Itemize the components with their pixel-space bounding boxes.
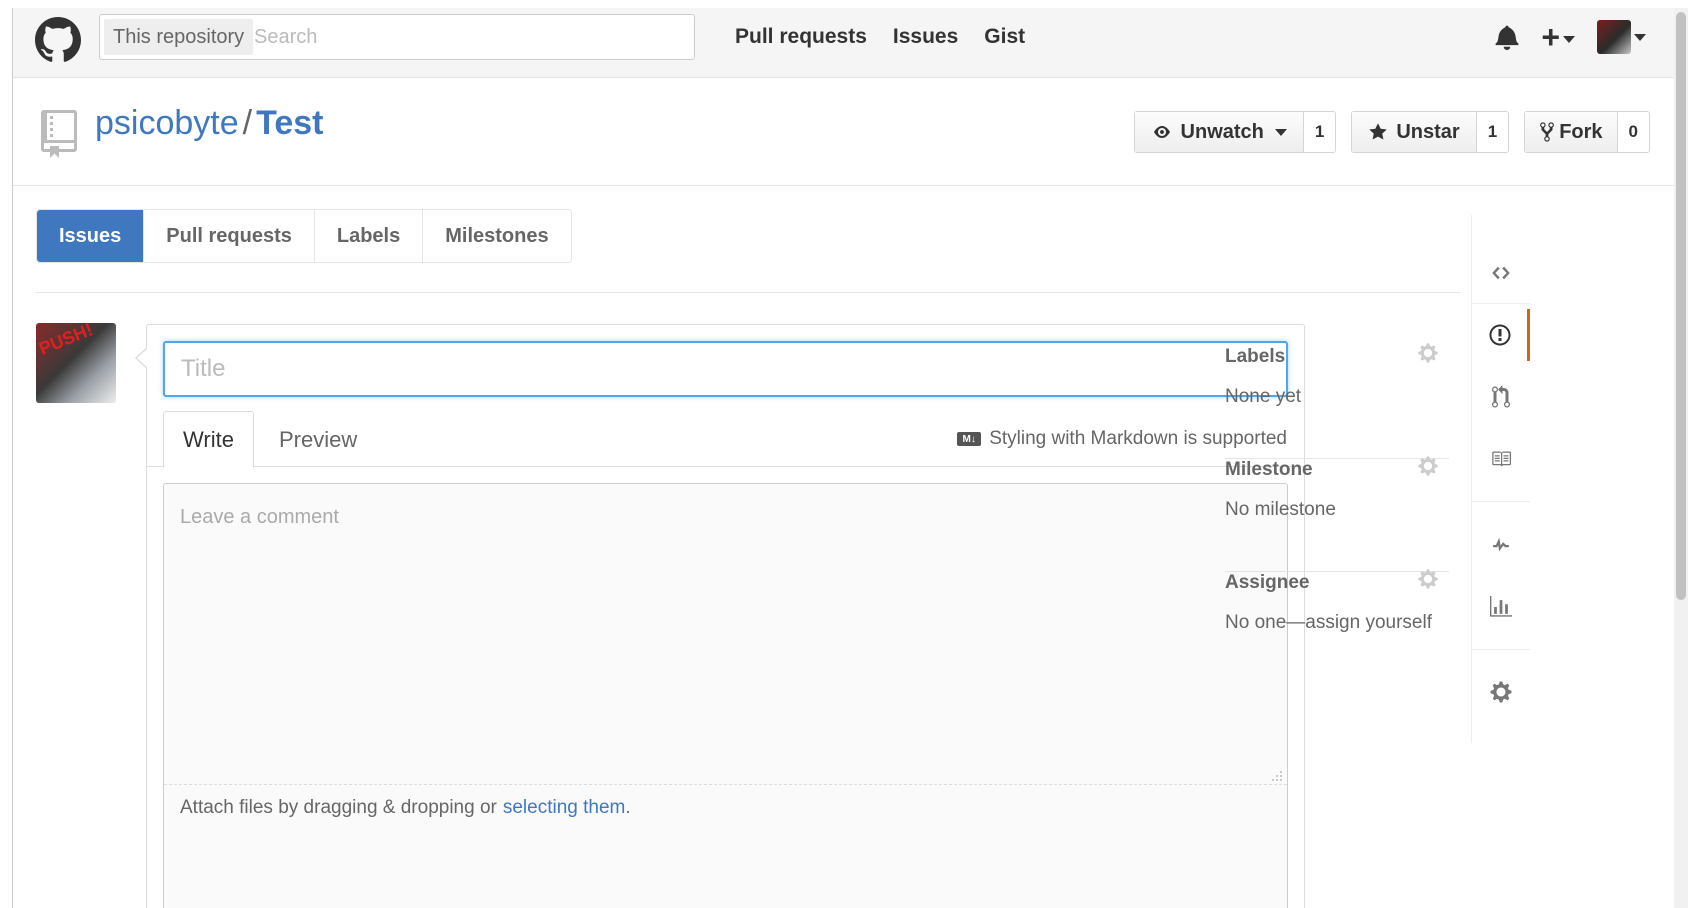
milestone-heading: Milestone — [1225, 459, 1313, 480]
reponav-issues[interactable] — [1472, 309, 1530, 361]
repo-header: psicobyte / Test Unwatch 1 Unstar 1 Fork… — [13, 78, 1688, 186]
nav-pull-requests[interactable]: Pull requests — [735, 25, 867, 49]
reponav-graphs[interactable] — [1472, 581, 1530, 633]
unwatch-label: Unwatch — [1180, 120, 1264, 143]
notifications-bell-icon[interactable] — [1495, 24, 1519, 50]
graph-icon — [1490, 596, 1512, 617]
search-input[interactable] — [254, 18, 684, 56]
site-header: This repository Pull requests Issues Gis… — [13, 8, 1688, 78]
fork-group: Fork 0 — [1524, 111, 1650, 153]
repo-title: psicobyte / Test — [95, 104, 323, 143]
subnav-divider — [36, 292, 1460, 293]
avatar-push-text: PUSH! — [36, 323, 96, 359]
eye-icon — [1153, 126, 1170, 138]
assignee-heading: Assignee — [1225, 572, 1310, 593]
new-issue-form: Write Preview M↓ Styling with Markdown i… — [135, 324, 1305, 908]
comment-textarea[interactable] — [164, 484, 1287, 784]
reponav-code[interactable] — [1472, 247, 1530, 299]
issue-title-input[interactable] — [163, 341, 1288, 397]
tab-write[interactable]: Write — [163, 411, 254, 468]
header-nav: Pull requests Issues Gist — [735, 8, 1051, 66]
repo-owner-link[interactable]: psicobyte — [95, 104, 239, 142]
assignee-value[interactable]: No one—assign yourself — [1225, 612, 1432, 634]
page-scrollbar[interactable] — [1674, 8, 1688, 908]
gear-icon[interactable] — [1417, 455, 1439, 477]
chevron-down-icon — [1563, 36, 1575, 44]
repo-separator: / — [242, 104, 253, 142]
markdown-icon: M↓ — [957, 432, 982, 446]
chevron-down-icon — [1274, 128, 1287, 136]
repo-side-nav — [1471, 215, 1530, 743]
browser-page: This repository Pull requests Issues Gis… — [12, 8, 1688, 908]
issue-sidebar: Labels None yet Milestone No milestone A… — [1225, 343, 1449, 685]
avatar — [1597, 20, 1631, 54]
reponav-settings[interactable] — [1472, 666, 1530, 718]
reponav-wiki[interactable] — [1472, 433, 1530, 485]
forks-count[interactable]: 0 — [1618, 112, 1649, 152]
gear-icon[interactable] — [1417, 568, 1439, 590]
repo-actions: Unwatch 1 Unstar 1 Fork 0 — [1133, 111, 1650, 153]
labels-value: None yet — [1225, 386, 1302, 407]
editor-tabs: Write Preview M↓ Styling with Markdown i… — [147, 411, 1304, 468]
comment-editor: Attach files by dragging & dropping or s… — [163, 483, 1288, 908]
reponav-divider — [1472, 501, 1530, 502]
reponav-pull-requests[interactable] — [1472, 371, 1530, 423]
sidebar-labels: Labels None yet — [1225, 343, 1449, 459]
book-icon — [1492, 451, 1511, 467]
subnav-milestones[interactable]: Milestones — [423, 210, 570, 262]
repo-name-link[interactable]: Test — [256, 104, 323, 142]
nav-gist[interactable]: Gist — [984, 25, 1025, 49]
header-actions: + — [1495, 20, 1646, 54]
resize-handle-icon[interactable] — [1271, 770, 1283, 782]
select-files-link[interactable]: selecting them — [503, 797, 626, 819]
nav-issues[interactable]: Issues — [893, 25, 958, 49]
tab-preview[interactable]: Preview — [260, 411, 376, 468]
create-new-button[interactable]: + — [1541, 21, 1575, 53]
repo-icon — [41, 110, 77, 158]
issues-subnav: Issues Pull requests Labels Milestones — [36, 209, 572, 263]
unstar-label: Unstar — [1396, 120, 1460, 143]
chevron-down-icon — [1634, 33, 1646, 41]
watchers-count[interactable]: 1 — [1304, 112, 1335, 152]
reponav-pulse[interactable] — [1472, 519, 1530, 571]
attach-text: Attach files by dragging & dropping or — [180, 796, 497, 818]
star-icon — [1369, 123, 1388, 140]
plus-icon: + — [1541, 19, 1560, 55]
reponav-divider — [1472, 303, 1530, 304]
scrollbar-thumb[interactable] — [1676, 12, 1686, 600]
gear-icon[interactable] — [1417, 342, 1439, 364]
subnav-labels[interactable]: Labels — [315, 210, 424, 262]
fork-icon — [1540, 122, 1555, 142]
site-search: This repository — [99, 14, 695, 60]
attach-period: . — [625, 796, 631, 818]
git-pull-request-icon — [1492, 385, 1510, 408]
fork-button[interactable]: Fork — [1525, 112, 1618, 152]
gear-icon — [1490, 681, 1512, 703]
code-icon — [1492, 266, 1510, 280]
labels-heading: Labels — [1225, 346, 1286, 367]
sidebar-milestone: Milestone No milestone — [1225, 456, 1449, 572]
subnav-pull-requests[interactable]: Pull requests — [144, 210, 315, 262]
attach-files-bar: Attach files by dragging & dropping or s… — [164, 784, 1287, 830]
stars-count[interactable]: 1 — [1477, 112, 1508, 152]
reponav-divider — [1472, 649, 1530, 650]
watch-group: Unwatch 1 — [1133, 111, 1337, 153]
unstar-button[interactable]: Unstar — [1352, 112, 1477, 152]
milestone-value: No milestone — [1225, 499, 1336, 520]
issue-opened-icon — [1489, 324, 1510, 346]
author-avatar[interactable]: PUSH! — [36, 323, 116, 403]
unwatch-button[interactable]: Unwatch — [1134, 112, 1304, 152]
star-group: Unstar 1 — [1351, 111, 1510, 153]
sidebar-assignee: Assignee No one—assign yourself — [1225, 569, 1449, 685]
pulse-icon — [1493, 537, 1509, 552]
search-scope-label: This repository — [104, 19, 254, 55]
github-logo-icon[interactable] — [35, 17, 81, 63]
subnav-issues[interactable]: Issues — [37, 210, 145, 262]
fork-label: Fork — [1559, 120, 1603, 143]
user-menu-button[interactable] — [1597, 20, 1646, 54]
